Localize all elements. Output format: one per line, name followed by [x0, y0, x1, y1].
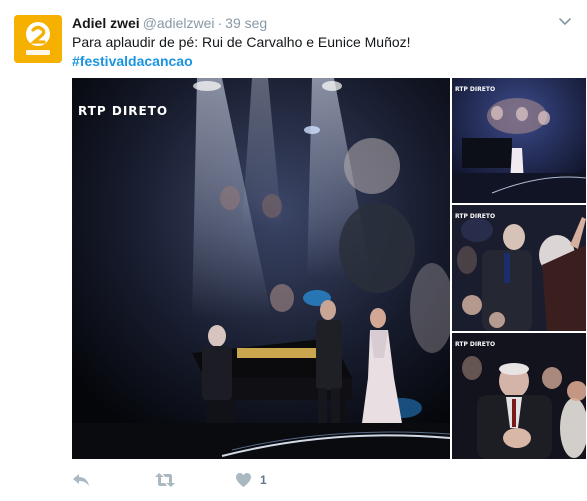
reply-button[interactable] [72, 470, 90, 490]
tweet-text-container: Para aplaudir de pé: Rui de Carvalho e E… [72, 33, 411, 71]
rtp2-logo-icon [14, 15, 62, 63]
author-name[interactable]: Adiel zwei [72, 15, 140, 31]
retweet-button[interactable] [154, 470, 176, 490]
photo-main[interactable]: RTP DIRETO [72, 78, 450, 459]
reply-icon [73, 474, 89, 486]
like-count: 1 [260, 473, 267, 487]
tweet-text: Para aplaudir de pé: Rui de Carvalho e E… [72, 34, 411, 50]
heart-icon [236, 473, 251, 487]
separator: · [217, 15, 223, 31]
avatar[interactable] [14, 15, 62, 63]
photo-thumb-2[interactable]: RTP DIRETO [452, 205, 586, 331]
like-button[interactable]: 1 [235, 470, 267, 490]
hashtag-link[interactable]: #festivaldacancao [72, 52, 193, 71]
media-grid: RTP DIRETO RTP DIRETO RTP DIRETO RTP DIR… [72, 78, 586, 459]
rtp-direto-thumb-overlay: RTP DIRETO [455, 213, 496, 220]
timestamp[interactable]: 39 seg [225, 15, 267, 31]
tweet-actions: 1 [72, 470, 372, 490]
retweet-icon [155, 473, 175, 487]
rtp-direto-thumb-overlay: RTP DIRETO [455, 86, 496, 93]
author-handle[interactable]: @adielzwei [143, 15, 215, 31]
rtp-direto-overlay: RTP DIRETO [78, 104, 169, 118]
photo-thumb-3[interactable]: RTP DIRETO [452, 333, 586, 459]
tweet-card: Adiel zwei @adielzwei · 39 seg Para aplaudi… [0, 0, 587, 501]
tweet-header: Adiel zwei @adielzwei · 39 seg [72, 15, 267, 33]
photo-thumb-1[interactable]: RTP DIRETO [452, 78, 586, 203]
chevron-down-icon[interactable] [557, 13, 573, 29]
rtp-direto-thumb-overlay: RTP DIRETO [455, 341, 496, 348]
